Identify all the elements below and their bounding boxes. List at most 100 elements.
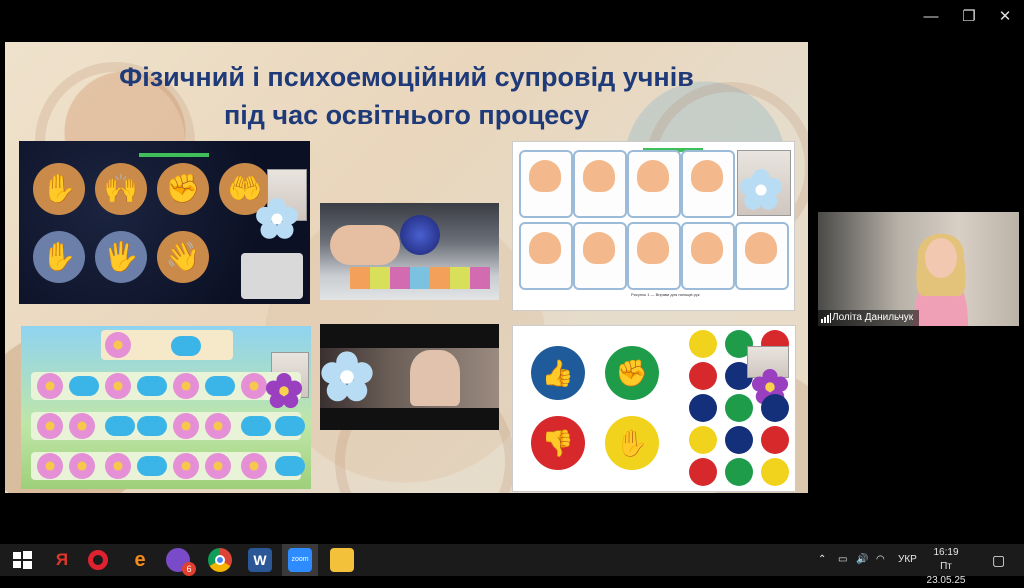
sensory-mats: [350, 267, 490, 289]
window-titlebar: — ❐ ✕: [0, 0, 1024, 34]
flowers-clouds-game: [21, 326, 311, 489]
massage-ball-photo: [320, 203, 499, 300]
cloud-icon: [275, 456, 305, 476]
wifi-icon[interactable]: ◠: [876, 544, 885, 576]
hand-icon: [583, 232, 615, 264]
pink-flower-icon: [205, 453, 231, 479]
opera-icon[interactable]: [88, 550, 108, 570]
cloud-icon: [137, 416, 167, 436]
exercise-card: [627, 150, 681, 218]
cloud-icon: [137, 456, 167, 476]
color-dot: [689, 362, 717, 390]
pink-flower-icon: [69, 453, 95, 479]
close-button[interactable]: ✕: [990, 6, 1020, 28]
color-dot: [689, 426, 717, 454]
pink-flower-icon: [173, 373, 199, 399]
hand-icon: ✊: [157, 163, 209, 215]
pink-flower-icon: [241, 453, 267, 479]
cloud-icon: [205, 376, 235, 396]
thumbs-colors-game: 👍 ✊ 👎 ✋: [512, 325, 796, 492]
edge-icon[interactable]: e: [128, 548, 152, 572]
zoom-icon[interactable]: zoom: [288, 548, 312, 572]
pink-flower-icon: [105, 332, 131, 358]
minimize-button[interactable]: —: [916, 6, 946, 28]
cloud-icon: [137, 376, 167, 396]
clock-date: Пт 23.05.25: [926, 561, 966, 586]
flower-icon: [321, 351, 373, 402]
notifications-icon[interactable]: ▢: [992, 544, 1005, 576]
pink-flower-icon: [173, 413, 199, 439]
pink-flower-icon: [105, 453, 131, 479]
pink-flower-icon: [37, 413, 63, 439]
color-dot: [761, 394, 789, 422]
word-icon[interactable]: W: [248, 548, 272, 572]
color-dot: [725, 426, 753, 454]
video-frame: [320, 324, 499, 430]
flower-icon: [265, 372, 303, 409]
windows-start-icon[interactable]: [10, 548, 34, 572]
massage-ball: [400, 215, 440, 255]
pink-flower-icon: [173, 453, 199, 479]
hand-icon: [529, 232, 561, 264]
exercise-card: [519, 222, 573, 290]
game-row: [31, 412, 305, 440]
thumbs-down-icon: 👎: [531, 416, 585, 470]
signal-strength-icon: [821, 313, 831, 323]
yandex-icon[interactable]: Я: [50, 548, 74, 572]
progress-strip: [139, 153, 209, 157]
pink-flower-icon: [205, 413, 231, 439]
battery-icon[interactable]: ▭: [838, 544, 847, 576]
color-dot: [689, 330, 717, 358]
cloud-icon: [105, 416, 135, 436]
flower-icon: [256, 198, 298, 239]
color-dot: [689, 394, 717, 422]
flower-icon: [740, 169, 782, 210]
game-row: [31, 372, 301, 400]
tray-chevron-icon[interactable]: ⌃: [818, 544, 826, 576]
hand-icon: 👋: [157, 231, 209, 283]
hand-icon: [691, 232, 723, 264]
hand-icon: ✋: [33, 231, 85, 283]
cloud-icon: [171, 336, 201, 356]
hand-icon: [745, 232, 777, 264]
language-indicator[interactable]: УКР: [898, 544, 917, 576]
slide-title: Фізичний і психоемоційний супровід учнів…: [5, 58, 808, 134]
slide-title-line2: під час освітнього процесу: [223, 100, 589, 130]
hand-photo: [241, 253, 303, 299]
hand-icon: ✋: [605, 416, 659, 470]
hand: [330, 225, 400, 265]
hand-icon: 🖐: [95, 231, 147, 283]
cloud-icon: [275, 416, 305, 436]
hand-icon: [637, 160, 669, 192]
volume-icon[interactable]: 🔊: [856, 544, 868, 576]
participant-name: Лоліта Данильчук: [832, 312, 914, 323]
exercise-card: [627, 222, 681, 290]
hand-gestures-panel: ✋ 🙌 ✊ 🤲 ✋ 🖐 👋: [19, 141, 310, 304]
hand-icon: [691, 160, 723, 192]
pink-flower-icon: [241, 373, 267, 399]
pink-flower-icon: [37, 453, 63, 479]
chrome-icon[interactable]: [208, 548, 232, 572]
file-explorer-icon[interactable]: [330, 548, 354, 572]
pink-flower-icon: [105, 373, 131, 399]
participant-video-tile[interactable]: Лоліта Данильчук: [818, 212, 1019, 326]
exercise-card: [573, 150, 627, 218]
child-face: [410, 350, 460, 406]
color-dot: [689, 458, 717, 486]
exercise-card: [573, 222, 627, 290]
notification-badge: 6: [182, 562, 196, 576]
cloud-icon: [69, 376, 99, 396]
hand-icon: [637, 232, 669, 264]
maximize-button[interactable]: ❐: [954, 6, 984, 28]
color-dot: [761, 426, 789, 454]
color-dot: [761, 458, 789, 486]
exercise-card: [735, 222, 789, 290]
viber-icon[interactable]: 6: [166, 548, 196, 576]
sheet-caption: Рисунок 1 — Вправи для пальців рук: [631, 292, 700, 297]
clock-time: 16:19: [933, 547, 959, 558]
hand-icon: [583, 160, 615, 192]
finger-exercise-sheet: Рисунок 1 — Вправи для пальців рук: [512, 141, 795, 311]
clock[interactable]: 16:19 Пт 23.05.25: [926, 546, 966, 588]
participant-name-label: Лоліта Данильчук: [818, 310, 920, 326]
thumbs-up-icon: 👍: [531, 346, 585, 400]
